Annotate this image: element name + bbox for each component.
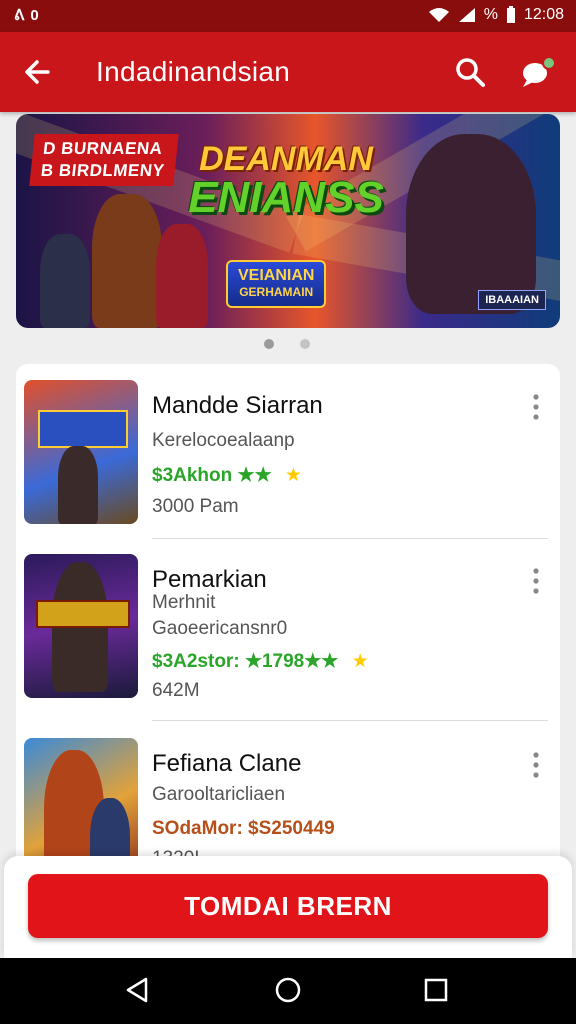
banner-subtitle-line-1: VEIANIAN — [238, 267, 315, 284]
character-art — [156, 224, 208, 328]
character-art — [58, 446, 98, 524]
app-price-stars: ★1798★★ — [244, 651, 339, 672]
app-thumbnail — [24, 380, 138, 524]
app-name: Fefiana Clane — [152, 750, 302, 777]
app-price-rating: $3Akhon ★★ ★ — [152, 464, 302, 487]
character-art — [40, 234, 90, 328]
status-bar: ᕕ 0 % 12:08 — [0, 0, 576, 32]
more-vert-icon[interactable] — [526, 566, 546, 596]
app-category: Gaoeericansnr0 — [152, 618, 288, 639]
character-art — [406, 134, 536, 314]
signal-icon — [458, 8, 475, 22]
banner-corner-label: IBAAAIAN — [478, 290, 546, 310]
nav-home-icon[interactable] — [274, 976, 302, 1004]
search-icon[interactable] — [452, 54, 488, 90]
status-right: % 12:08 — [428, 6, 564, 24]
character-art — [92, 194, 162, 328]
banner-title-line-1: DEANMAN — [199, 140, 373, 178]
app-meta: 642M — [152, 680, 200, 701]
app-price-stars: ★★ — [237, 465, 272, 486]
app-name: Mandde Siarran — [152, 392, 323, 419]
banner-subtitle: VEIANIAN GERHAMAIN — [226, 260, 327, 308]
more-vert-icon[interactable] — [526, 392, 546, 422]
app-price: $3A2stor: — [152, 651, 240, 672]
banner-title: DEANMAN ENIANSS — [186, 142, 386, 220]
thumbnail-logo — [36, 600, 130, 628]
app-price: SOdaMor: $S250449 — [152, 818, 335, 839]
nav-recents-icon[interactable] — [424, 976, 448, 1004]
wifi-icon — [428, 8, 449, 22]
carousel-dot[interactable] — [264, 339, 274, 349]
battery-icon — [506, 6, 515, 23]
battery-percent: % — [483, 6, 498, 23]
carousel-dot[interactable] — [300, 339, 310, 349]
divider — [152, 720, 548, 721]
app-bar: Indadinandsian — [0, 32, 576, 112]
status-left-text: ᕕ 0 — [14, 7, 40, 24]
banner-tag-line-2: B BIRDLMENY — [39, 161, 166, 180]
app-meta: 3000 Pam — [152, 496, 239, 517]
thumbnail-logo — [38, 410, 128, 448]
list-item[interactable]: Pemarkian Merhnit Gaoeericansnr0 $3A2sto… — [16, 538, 560, 712]
app-price: $3Akhon — [152, 465, 233, 486]
app-name: Pemarkian — [152, 566, 267, 593]
back-arrow-icon[interactable] — [20, 54, 56, 90]
nav-back-icon[interactable] — [124, 976, 150, 1004]
banner-tag: D BURNAENA B BIRDLMENY — [29, 134, 179, 186]
banner-title-line-2: ENIANSS — [188, 173, 384, 222]
primary-action-button[interactable]: TOMDAI BRERN — [28, 874, 548, 938]
more-vert-icon[interactable] — [526, 750, 546, 780]
app-developer: Merhnit — [152, 592, 216, 613]
carousel-indicator — [264, 339, 310, 349]
rating-stars: ★ — [284, 465, 302, 486]
app-category: Kerelocoealaanp — [152, 430, 295, 451]
promo-banner[interactable]: D BURNAENA B BIRDLMENY DEANMAN ENIANSS V… — [16, 114, 560, 328]
banner-subtitle-line-2: GERHAMAIN — [239, 285, 314, 299]
app-category: Garooltaricliaen — [152, 784, 286, 805]
app-price-rating: $3A2stor: ★1798★★ ★ — [152, 650, 369, 673]
banner-tag-line-1: D BURNAENA — [42, 139, 164, 158]
list-item[interactable]: Mandde Siarran Kerelocoealaanp $3Akhon ★… — [16, 364, 560, 538]
rating-stars: ★ — [351, 651, 369, 672]
page-title: Indadinandsian — [96, 56, 291, 87]
system-nav-bar — [0, 958, 576, 1024]
chat-icon[interactable] — [518, 54, 558, 90]
bottom-sheet: TOMDAI BRERN — [4, 856, 572, 958]
clock: 12:08 — [523, 6, 564, 23]
app-thumbnail — [24, 554, 138, 698]
status-left: ᕕ 0 — [14, 6, 40, 24]
